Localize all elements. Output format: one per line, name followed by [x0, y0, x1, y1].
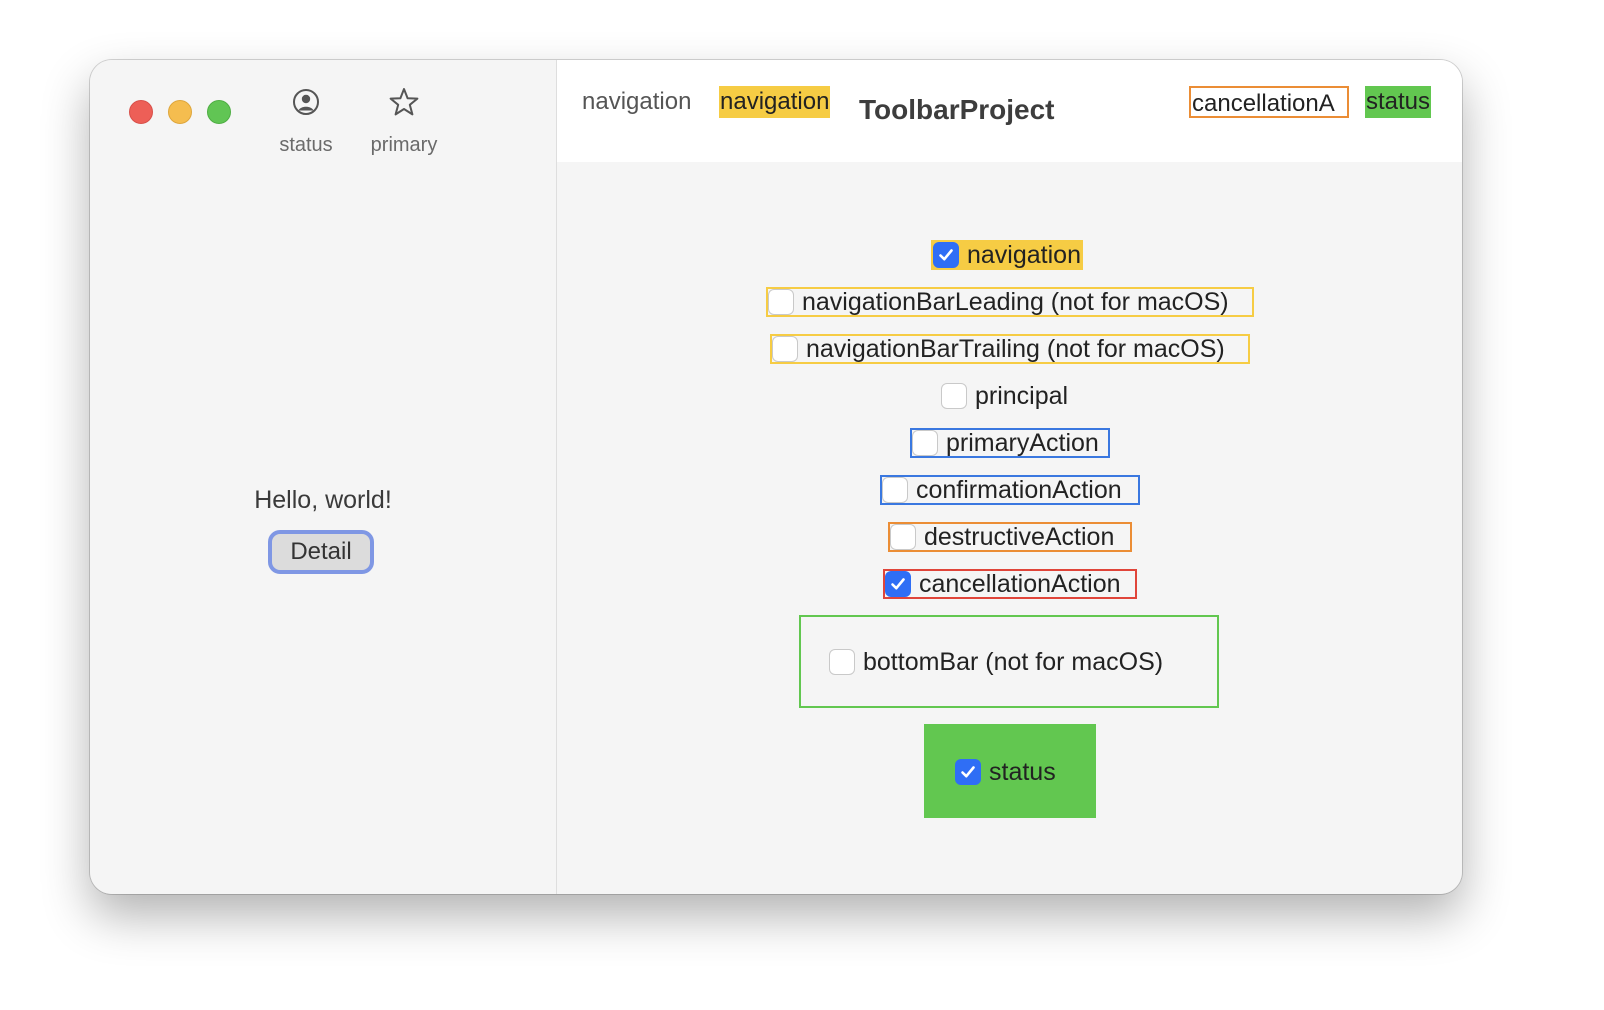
- window-title: ToolbarProject: [859, 94, 1055, 125]
- toolbar-navigation-item[interactable]: navigation: [581, 86, 692, 118]
- zoom-window-button[interactable]: [207, 100, 231, 124]
- star-icon: [389, 88, 419, 116]
- option-label: cancellationAction: [919, 569, 1121, 598]
- toolbar-primary-label: primary: [370, 134, 438, 156]
- toolbar-cancellation-item[interactable]: cancellationA: [1189, 86, 1349, 118]
- checkmark-icon: [939, 249, 953, 261]
- sidebar: status primary Hello, world! Detail: [90, 60, 557, 894]
- app-window: status primary Hello, world! Detail navi…: [90, 60, 1462, 894]
- checkbox-bottom-bar[interactable]: [829, 649, 855, 675]
- option-navigation[interactable]: navigation: [931, 240, 1083, 270]
- option-label: navigationBarLeading (not for macOS): [802, 287, 1229, 316]
- option-label: destructiveAction: [924, 522, 1115, 551]
- close-window-button[interactable]: [129, 100, 153, 124]
- option-label: principal: [975, 381, 1069, 410]
- option-label: status: [989, 757, 1056, 786]
- toolbar-primary-item[interactable]: primary: [360, 86, 448, 157]
- option-primary-action[interactable]: primaryAction: [910, 428, 1110, 458]
- toolbar-status-green-item[interactable]: status: [1365, 86, 1432, 118]
- option-cancellation-action[interactable]: cancellationAction: [883, 569, 1137, 599]
- checkbox-primary-action[interactable]: [912, 430, 938, 456]
- toolbar-navigation-highlighted-item[interactable]: navigation: [719, 86, 831, 118]
- option-label: primaryAction: [946, 428, 1099, 457]
- minimize-window-button[interactable]: [168, 100, 192, 124]
- checkbox-confirmation-action[interactable]: [882, 477, 908, 503]
- toolbar-status-label: status: [279, 134, 333, 156]
- main-toolbar: navigation navigation ToolbarProject can…: [557, 60, 1462, 162]
- option-confirmation-action[interactable]: confirmationAction: [880, 475, 1140, 505]
- option-label: confirmationAction: [916, 475, 1122, 504]
- checkbox-navigation[interactable]: [933, 242, 959, 268]
- checkbox-cancellation-action[interactable]: [885, 571, 911, 597]
- main-content: navigation navigation ToolbarProject can…: [557, 60, 1462, 894]
- option-label: bottomBar (not for macOS): [863, 647, 1164, 676]
- checkmark-icon: [891, 578, 905, 590]
- option-navigation-bar-trailing[interactable]: navigationBarTrailing (not for macOS): [770, 334, 1250, 364]
- option-status[interactable]: status: [955, 757, 1056, 787]
- option-label: navigationBarTrailing (not for macOS): [806, 334, 1225, 363]
- option-principal[interactable]: principal: [941, 381, 1068, 411]
- checkbox-navigation-bar-trailing[interactable]: [772, 336, 798, 362]
- checkbox-navigation-bar-leading[interactable]: [768, 289, 794, 315]
- greeting-text: Hello, world!: [254, 486, 392, 514]
- checkbox-status[interactable]: [955, 759, 981, 785]
- option-bottom-bar[interactable]: bottomBar (not for macOS): [829, 647, 1163, 677]
- toolbar-status-item[interactable]: status: [270, 86, 342, 157]
- option-navigation-bar-leading[interactable]: navigationBarLeading (not for macOS): [766, 287, 1254, 317]
- checkmark-icon: [961, 766, 975, 778]
- checkbox-principal[interactable]: [941, 383, 967, 409]
- detail-button[interactable]: Detail: [268, 530, 374, 574]
- option-label: navigation: [967, 240, 1081, 269]
- checkbox-destructive-action[interactable]: [890, 524, 916, 550]
- person-circle-icon: [293, 89, 319, 115]
- option-destructive-action[interactable]: destructiveAction: [888, 522, 1132, 552]
